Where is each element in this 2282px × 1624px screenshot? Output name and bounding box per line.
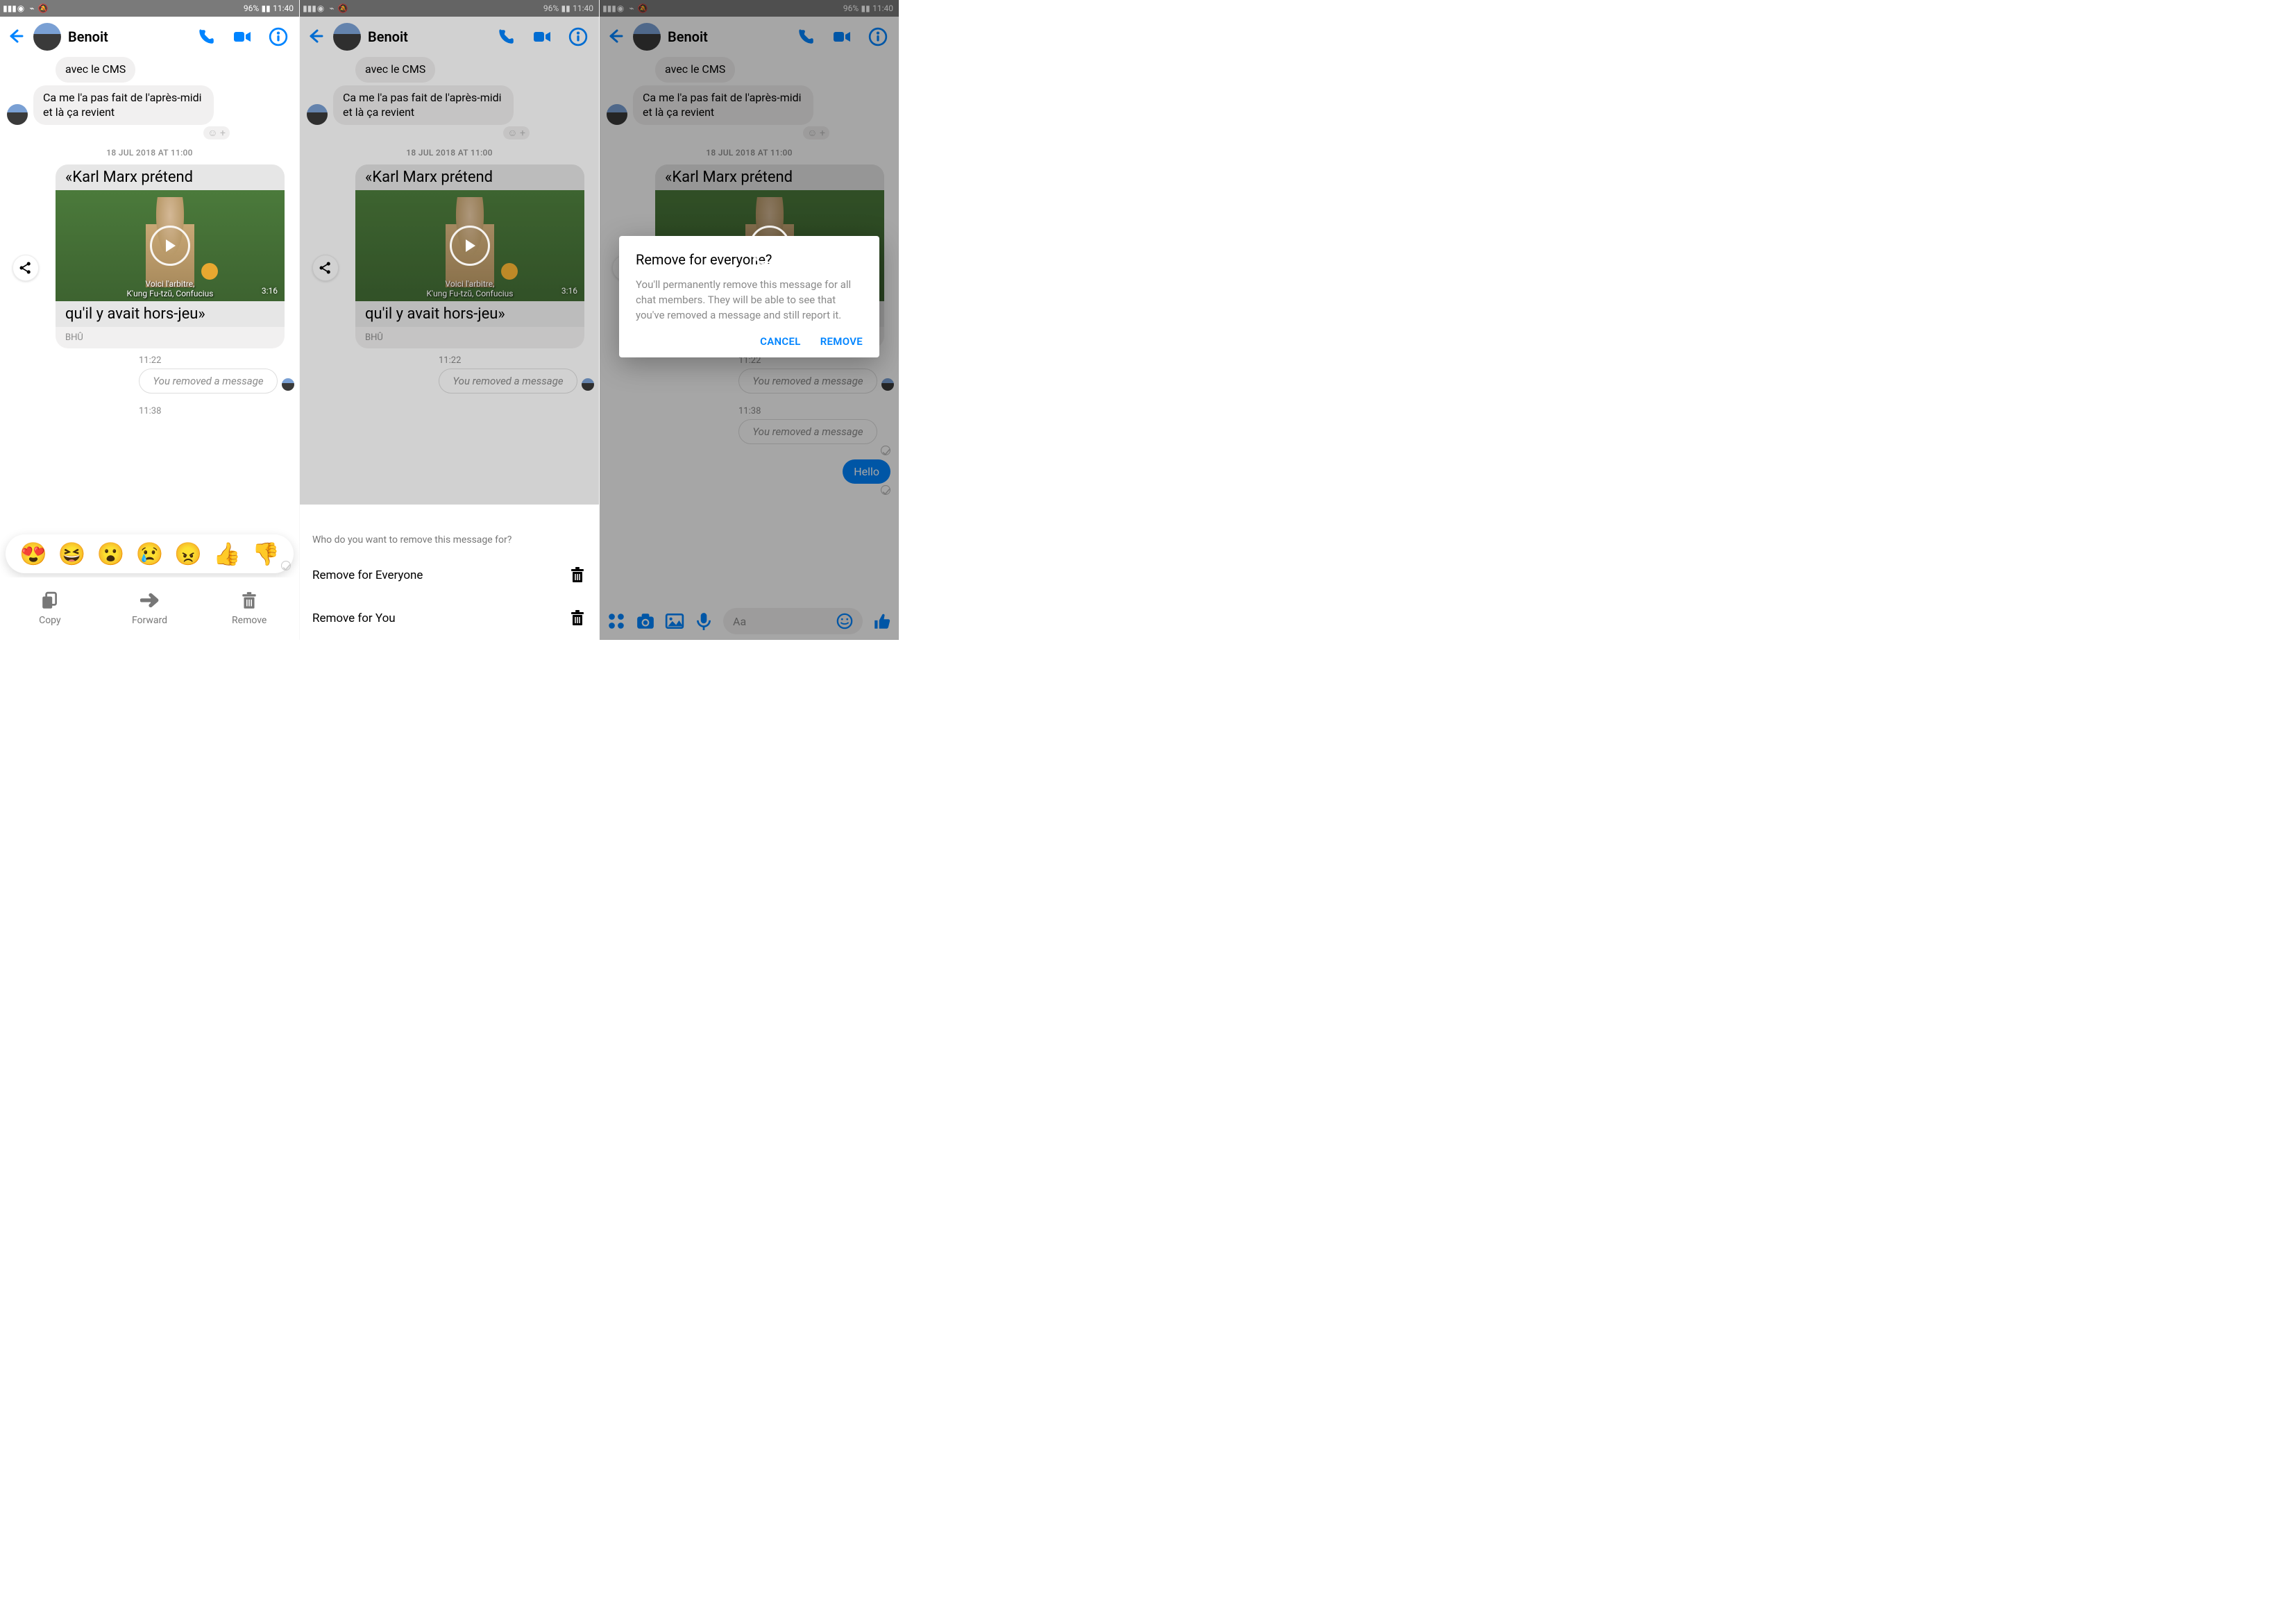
reaction-thumbs-down[interactable]: 👎 [252, 541, 280, 567]
remove-button[interactable]: REMOVE [820, 335, 863, 348]
screen-1-actions: ▮▮▮ ◉ ⌁ 🔕 96% ▮▮ 11:40 Benoit avec le CM… [0, 0, 300, 640]
contact-name[interactable]: Benoit [68, 28, 189, 45]
play-icon[interactable] [150, 226, 190, 266]
seen-avatar [282, 378, 294, 391]
chat-header: Benoit [0, 17, 299, 57]
reaction-angry[interactable]: 😠 [174, 541, 202, 567]
link-card[interactable]: «Karl Marx prétend Voici l'arbitre, K'un… [56, 164, 285, 348]
battery-pct: 96% [244, 3, 259, 13]
dialog-title: Remove for everyone? [636, 251, 863, 268]
remove-everyone-label: Remove for Everyone [312, 568, 423, 582]
remove-you-option[interactable]: Remove for You [300, 597, 599, 640]
action-remove-label: Remove [232, 615, 267, 626]
remove-sheet: Who do you want to remove this message f… [300, 522, 599, 640]
remove-everyone-option[interactable]: Remove for Everyone [300, 554, 599, 597]
cancel-button[interactable]: CANCEL [760, 335, 801, 348]
dnd-icon: 🔕 [39, 4, 47, 12]
dim-overlay[interactable] [300, 0, 599, 505]
sender-avatar[interactable] [7, 104, 28, 125]
card-video-thumb[interactable]: Voici l'arbitre, K'ung Fu-tzŭ, Confucius [56, 190, 285, 301]
video-caption-l2: K'ung Fu-tzŭ, Confucius [56, 289, 285, 298]
action-copy-label: Copy [39, 615, 61, 626]
confirm-dialog: Remove for everyone? You'll permanently … [619, 236, 879, 357]
msg-time: 11:38 [0, 406, 299, 416]
video-duration: 3:16 [262, 286, 278, 296]
reaction-thumbs-up[interactable]: 👍 [213, 541, 241, 567]
play-icon[interactable] [450, 226, 490, 266]
reaction-love[interactable]: 😍 [19, 541, 47, 567]
remove-you-label: Remove for You [312, 611, 396, 625]
share-button[interactable] [12, 255, 39, 281]
screen-2-sheet: ▮▮▮◉⌁🔕 96%▮▮11:40 Benoit avec le CMS Ca … [300, 0, 600, 640]
action-remove[interactable]: Remove [199, 577, 299, 640]
battery-icon: ▮▮ [262, 4, 270, 12]
action-copy[interactable]: Copy [0, 577, 100, 640]
reactions-bar: 😍 😆 😮 😢 😠 👍 👎 [6, 534, 294, 573]
card-title-bottom: qu'il y avait hors-jeu» 3:16 [56, 301, 285, 327]
trash-icon [568, 609, 586, 627]
dialog-body: You'll permanently remove this message f… [636, 278, 863, 323]
contact-avatar[interactable] [33, 23, 61, 51]
signal-icon: ▮▮▮ [6, 4, 14, 12]
screen-3-dialog: ▮▮▮◉⌁🔕 96%▮▮11:40 Benoit avec le CMS Ca … [600, 0, 899, 640]
reaction-wow[interactable]: 😮 [97, 541, 125, 567]
clock: 11:40 [273, 3, 294, 13]
action-forward-label: Forward [132, 615, 167, 626]
video-caption-l1: Voici l'arbitre, [56, 279, 285, 289]
add-reaction-hint[interactable]: ☺ + [0, 126, 299, 139]
removed-message[interactable]: You removed a message [139, 369, 278, 394]
trash-icon [568, 566, 586, 584]
msg-time: 11:22 [0, 355, 299, 366]
wifi-icon: ◉ [17, 4, 25, 12]
reaction-sad[interactable]: 😢 [136, 541, 164, 567]
status-bar: ▮▮▮ ◉ ⌁ 🔕 96% ▮▮ 11:40 [0, 0, 299, 17]
bluetooth-icon: ⌁ [28, 4, 36, 12]
play-icon[interactable] [750, 226, 790, 266]
message-in[interactable]: avec le CMS [56, 57, 135, 83]
card-source: BHÛ [56, 327, 285, 348]
timestamp: 18 JUL 2018 AT 11:00 [0, 148, 299, 158]
delivered-check-icon [281, 561, 291, 570]
message-actions-bar: Copy Forward Remove [0, 577, 299, 640]
reaction-haha[interactable]: 😆 [58, 541, 86, 567]
action-forward[interactable]: Forward [100, 577, 200, 640]
video-call-button[interactable] [233, 27, 252, 46]
card-title-top: «Karl Marx prétend [56, 164, 285, 190]
info-button[interactable] [269, 27, 288, 46]
sheet-prompt: Who do you want to remove this message f… [300, 534, 599, 554]
call-button[interactable] [196, 27, 216, 46]
message-in[interactable]: Ca me l'a pas fait de l'après-midi et là… [33, 85, 214, 126]
back-button[interactable] [6, 26, 26, 47]
